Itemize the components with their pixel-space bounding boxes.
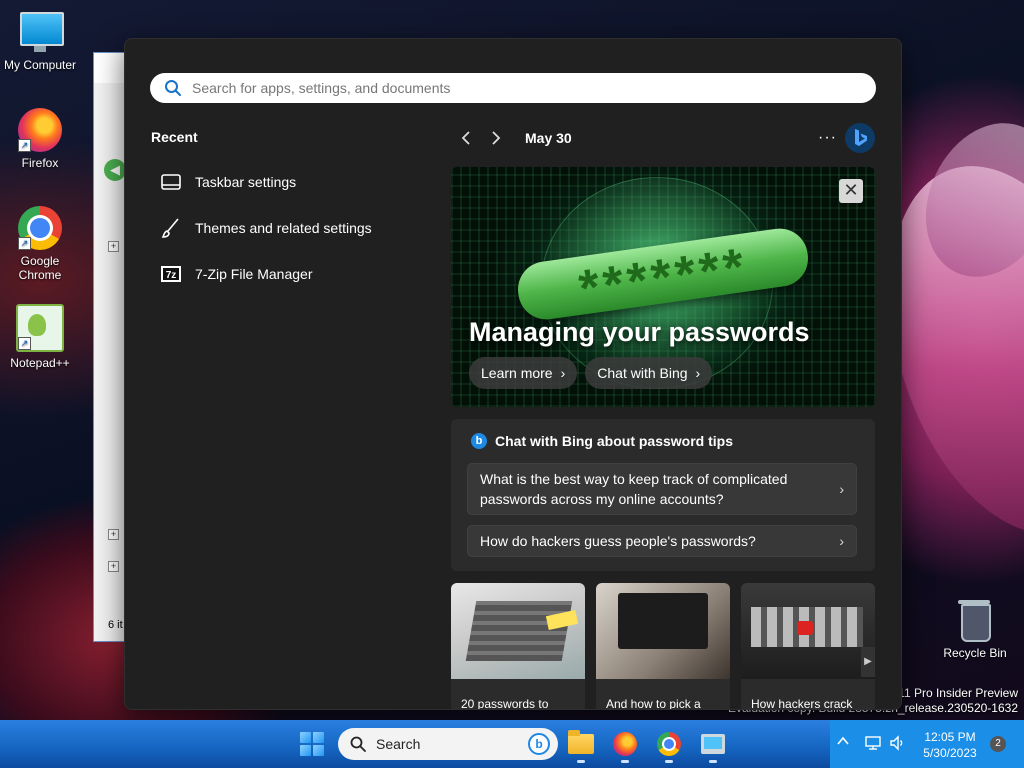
clock-date: 5/30/2023: [923, 746, 977, 760]
start-search-input[interactable]: [192, 80, 792, 96]
desktop-icon-notepadpp[interactable]: ↗ Notepad++: [0, 304, 80, 370]
chevron-right-icon: ›: [839, 533, 844, 549]
taskbar-search[interactable]: Search b: [338, 728, 558, 760]
chrome-icon: ↗: [18, 206, 62, 250]
desktop-icon-label: My Computer: [3, 58, 77, 72]
start-search-box[interactable]: [150, 73, 876, 103]
clock[interactable]: 12:05 PM 5/30/2023: [918, 729, 982, 761]
hero-card[interactable]: ******* ✕ Managing your passwords Learn …: [451, 167, 875, 407]
recent-item-7zip[interactable]: 7z 7-Zip File Manager: [151, 251, 431, 297]
tree-expand-icon[interactable]: +: [108, 561, 119, 572]
chat-with-bing-label: Chat with Bing: [597, 365, 688, 381]
taskbar-app-chrome[interactable]: [653, 728, 685, 763]
chat-question-text: What is the best way to keep track of co…: [480, 471, 788, 507]
recent-item-label: 7-Zip File Manager: [195, 266, 313, 282]
article-image: [741, 583, 875, 679]
taskbar-icon: [159, 170, 183, 194]
recycle-bin-icon: [953, 598, 997, 642]
search-icon: [350, 736, 366, 752]
desktop-icon-label: Google Chrome: [18, 254, 62, 282]
recent-item-themes[interactable]: Themes and related settings: [151, 205, 431, 251]
article-card[interactable]: And how to pick a: [596, 583, 730, 710]
desktop-icon-label: Notepad++: [10, 356, 70, 370]
chevron-right-icon: ›: [695, 365, 701, 381]
desktop-icon-chrome[interactable]: ↗ Google Chrome: [0, 206, 80, 282]
taskbar-app-remote-desktop[interactable]: [697, 728, 729, 763]
recent-item-taskbar-settings[interactable]: Taskbar settings: [151, 159, 431, 205]
desktop-icon-firefox[interactable]: ↗ Firefox: [0, 108, 80, 170]
back-arrow-icon[interactable]: ◀: [104, 159, 126, 181]
volume-icon[interactable]: [888, 734, 906, 752]
recent-list: Taskbar settings Themes and related sett…: [151, 159, 431, 297]
firefox-icon: [613, 732, 637, 756]
more-options-icon[interactable]: ···: [818, 129, 837, 147]
close-icon[interactable]: ✕: [839, 179, 863, 203]
chat-card-header: b Chat with Bing about password tips: [471, 433, 733, 449]
hero-actions: Learn more › Chat with Bing ›: [469, 357, 713, 389]
article-caption: How hackers crack: [751, 697, 853, 710]
start-menu: Recent Taskbar settings Themes and relat…: [124, 38, 902, 710]
taskbar: Search b 12:05 PM 5/30/2023 2: [0, 720, 1024, 768]
taskbar-search-label: Search: [376, 736, 421, 752]
bing-icon[interactable]: [845, 123, 875, 153]
taskbar-app-firefox[interactable]: [609, 728, 641, 763]
article-caption: And how to pick a: [606, 697, 701, 710]
chat-question-2[interactable]: How do hackers guess people's passwords?…: [467, 525, 857, 557]
article-image: [451, 583, 585, 679]
shortcut-arrow-icon: ↗: [18, 337, 31, 350]
start-button[interactable]: [300, 732, 324, 756]
brush-icon: [159, 216, 183, 240]
chat-with-bing-button[interactable]: Chat with Bing ›: [585, 357, 713, 389]
article-card[interactable]: 20 passwords to: [451, 583, 585, 710]
7zip-icon: 7z: [159, 262, 183, 286]
recent-item-label: Taskbar settings: [195, 174, 297, 190]
system-tray: 12:05 PM 5/30/2023 2: [830, 720, 1024, 768]
article-caption: 20 passwords to: [461, 697, 549, 710]
computer-icon: [18, 10, 64, 54]
shortcut-arrow-icon: ↗: [18, 139, 31, 152]
explorer-status-count: 6 it: [108, 619, 123, 631]
bing-icon: b: [528, 733, 550, 755]
hero-headline: Managing your passwords: [469, 317, 810, 347]
notification-badge[interactable]: 2: [990, 736, 1006, 752]
search-icon: [164, 79, 182, 97]
chat-card-title: Chat with Bing about password tips: [495, 433, 733, 449]
chevron-right-icon: ›: [839, 481, 844, 497]
taskbar-app-file-explorer[interactable]: [565, 728, 597, 763]
chevron-up-icon[interactable]: [836, 734, 850, 748]
notepadpp-icon: ↗: [16, 304, 64, 352]
firefox-icon: ↗: [18, 108, 62, 152]
learn-more-button[interactable]: Learn more ›: [469, 357, 578, 389]
remote-desktop-icon: [701, 734, 725, 754]
shortcut-arrow-icon: ↗: [18, 237, 31, 250]
recent-item-label: Themes and related settings: [195, 220, 372, 236]
widgets-nav: May 30 ···: [451, 123, 875, 153]
desktop-icon-recycle-bin[interactable]: Recycle Bin: [935, 598, 1015, 660]
bing-chat-card: b Chat with Bing about password tips Wha…: [451, 419, 875, 571]
desktop-icon-label: Recycle Bin: [943, 646, 1007, 660]
network-icon[interactable]: [864, 734, 882, 752]
chevron-right-icon: ›: [560, 365, 566, 381]
desktop-icon-label: Firefox: [21, 156, 59, 170]
chat-question-text: How do hackers guess people's passwords?: [480, 533, 756, 549]
scroll-right-icon[interactable]: ▶: [861, 647, 875, 677]
article-card[interactable]: How hackers crack: [741, 583, 875, 710]
tree-expand-icon[interactable]: +: [108, 529, 119, 540]
next-arrow-icon[interactable]: [481, 123, 511, 153]
bing-small-icon: b: [471, 433, 487, 449]
clock-time: 12:05 PM: [924, 730, 976, 744]
file-explorer-icon: [568, 730, 594, 754]
tree-expand-icon[interactable]: +: [108, 241, 119, 252]
chat-question-1[interactable]: What is the best way to keep track of co…: [467, 463, 857, 515]
prev-arrow-icon[interactable]: [451, 123, 481, 153]
article-image: [596, 583, 730, 679]
article-thumbnails: 20 passwords to And how to pick a How ha…: [451, 583, 875, 710]
recent-heading: Recent: [151, 129, 198, 145]
widgets-date: May 30: [525, 130, 572, 146]
svg-text:7z: 7z: [166, 270, 177, 281]
learn-more-label: Learn more: [481, 365, 553, 381]
chrome-icon: [657, 732, 681, 756]
desktop-icon-my-computer[interactable]: My Computer: [0, 10, 80, 72]
